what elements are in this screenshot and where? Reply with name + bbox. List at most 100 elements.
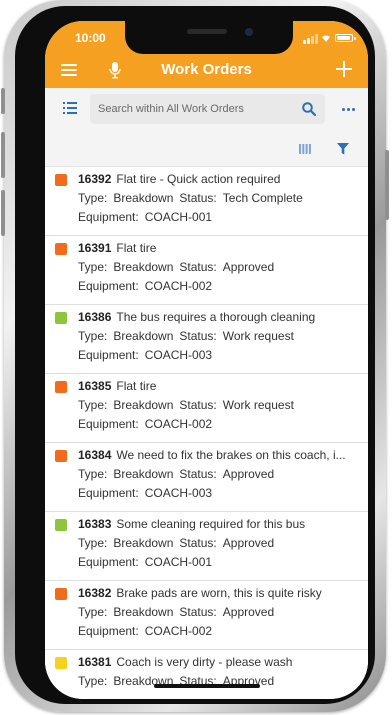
work-order-number: 16384 <box>78 448 112 462</box>
type-value: Breakdown <box>113 536 174 550</box>
work-order-title: Flat tire - Quick action required <box>116 172 281 186</box>
equipment-value: COACH-002 <box>144 417 213 431</box>
mute-switch <box>1 88 5 114</box>
search-box <box>90 94 325 124</box>
work-order-row[interactable]: 16384 We need to fix the brakes on this c… <box>45 443 368 512</box>
screen: 10:00 Work Orders Search within All Work… <box>45 21 368 699</box>
battery-icon <box>335 34 353 42</box>
work-order-type-status: Type: Breakdown Status: Approved <box>78 260 274 274</box>
search-icon[interactable] <box>302 102 316 116</box>
work-order-heading: 16392 Flat tire - Quick action required <box>78 172 363 186</box>
search-bar-row <box>45 88 368 130</box>
filter-icon[interactable] <box>337 143 349 155</box>
work-order-heading: 16391 Flat tire <box>78 241 363 255</box>
work-order-heading: 16384 We need to fix the brakes on this c… <box>78 448 363 462</box>
equipment-value: COACH-002 <box>144 279 213 293</box>
work-order-row[interactable]: 16381 Coach is very dirty - please wash Ty… <box>45 650 368 699</box>
work-order-equipment: Equipment: COACH-001 <box>78 555 212 569</box>
list-toolbar <box>45 130 368 167</box>
columns-view-icon[interactable] <box>299 144 311 154</box>
priority-indicator <box>55 174 67 186</box>
page-title: Work Orders <box>161 61 252 78</box>
work-order-row[interactable]: 16386 The bus requires a thorough cleanin… <box>45 305 368 374</box>
priority-indicator <box>55 381 67 393</box>
work-order-title: The bus requires a thorough cleaning <box>116 310 316 324</box>
work-order-title: Brake pads are worn, this is quite risky <box>116 586 322 600</box>
priority-indicator <box>55 519 67 531</box>
status-value: Work request <box>222 398 294 412</box>
work-order-heading: 16381 Coach is very dirty - please wash <box>78 655 363 669</box>
type-value: Breakdown <box>113 260 174 274</box>
work-order-heading: 16386 The bus requires a thorough cleanin… <box>78 310 363 324</box>
equipment-value: COACH-003 <box>144 348 213 362</box>
status-time: 10:00 <box>75 31 106 45</box>
search-input[interactable] <box>98 94 288 124</box>
type-label: Type: <box>78 605 108 619</box>
work-order-type-status: Type: Breakdown Status: Approved <box>78 605 274 619</box>
front-camera <box>245 28 253 36</box>
type-label: Type: <box>78 329 108 343</box>
equipment-label: Equipment: <box>78 348 139 362</box>
work-order-row[interactable]: 16392 Flat tire - Quick action required Ty… <box>45 167 368 236</box>
equipment-value: COACH-003 <box>144 486 213 500</box>
equipment-label: Equipment: <box>78 555 139 569</box>
priority-indicator <box>55 588 67 600</box>
work-order-row[interactable]: 16385 Flat tire Type: Breakdown Status: Work … <box>45 374 368 443</box>
status-value: Approved <box>222 536 275 550</box>
signal-icon <box>303 32 318 44</box>
type-value: Breakdown <box>113 329 174 343</box>
work-order-title: Flat tire <box>116 241 157 255</box>
status-label: Status: <box>179 536 217 550</box>
work-order-type-status: Type: Breakdown Status: Work request <box>78 398 294 412</box>
type-label: Type: <box>78 260 108 274</box>
status-label: Status: <box>179 467 217 481</box>
status-value: Approved <box>222 605 275 619</box>
list-view-icon[interactable] <box>63 102 77 114</box>
work-order-number: 16392 <box>78 172 112 186</box>
type-label: Type: <box>78 536 108 550</box>
status-label: Status: <box>179 398 217 412</box>
home-indicator[interactable] <box>154 684 260 688</box>
phone-frame: 10:00 Work Orders Search within All Work… <box>1 0 389 712</box>
volume-up-button <box>1 132 5 178</box>
status-label: Status: <box>179 329 217 343</box>
work-order-title: Flat tire <box>116 379 157 393</box>
equipment-value: COACH-001 <box>144 555 213 569</box>
volume-down-button <box>1 190 5 236</box>
add-work-order-button[interactable] <box>336 61 352 77</box>
work-order-number: 16386 <box>78 310 112 324</box>
work-order-type-status: Type: Breakdown Status: Tech Complete <box>78 191 303 205</box>
work-order-row[interactable]: 16382 Brake pads are worn, this is quite … <box>45 581 368 650</box>
notch <box>125 21 293 54</box>
work-order-row[interactable]: 16391 Flat tire Type: Breakdown Status: Appro… <box>45 236 368 305</box>
work-order-heading: 16382 Brake pads are worn, this is quite … <box>78 586 363 600</box>
work-order-heading: 16385 Flat tire <box>78 379 363 393</box>
priority-indicator <box>55 243 67 255</box>
equipment-label: Equipment: <box>78 624 139 638</box>
type-value: Breakdown <box>113 467 174 481</box>
work-order-heading: 16383 Some cleaning required for this bus <box>78 517 363 531</box>
priority-indicator <box>55 450 67 462</box>
work-order-type-status: Type: Breakdown Status: Work request <box>78 329 294 343</box>
status-value: Tech Complete <box>222 191 303 205</box>
type-label: Type: <box>78 467 108 481</box>
equipment-label: Equipment: <box>78 279 139 293</box>
power-button <box>385 150 389 220</box>
status-value: Approved <box>222 467 275 481</box>
work-order-title: Coach is very dirty - please wash <box>116 655 293 669</box>
work-order-equipment: Equipment: COACH-003 <box>78 486 212 500</box>
work-order-title: Some cleaning required for this bus <box>116 517 306 531</box>
type-value: Breakdown <box>113 398 174 412</box>
more-options-icon[interactable] <box>342 108 356 112</box>
equipment-label: Equipment: <box>78 210 139 224</box>
work-order-row[interactable]: 16383 Some cleaning required for this bus… <box>45 512 368 581</box>
work-order-type-status: Type: Breakdown Status: Approved <box>78 536 274 550</box>
work-order-equipment: Equipment: COACH-002 <box>78 279 212 293</box>
work-order-number: 16391 <box>78 241 112 255</box>
work-order-equipment: Equipment: COACH-002 <box>78 624 212 638</box>
status-value: Approved <box>222 260 275 274</box>
type-value: Breakdown <box>113 605 174 619</box>
work-order-number: 16383 <box>78 517 112 531</box>
work-order-equipment: Equipment: COACH-001 <box>78 210 212 224</box>
type-label: Type: <box>78 398 108 412</box>
